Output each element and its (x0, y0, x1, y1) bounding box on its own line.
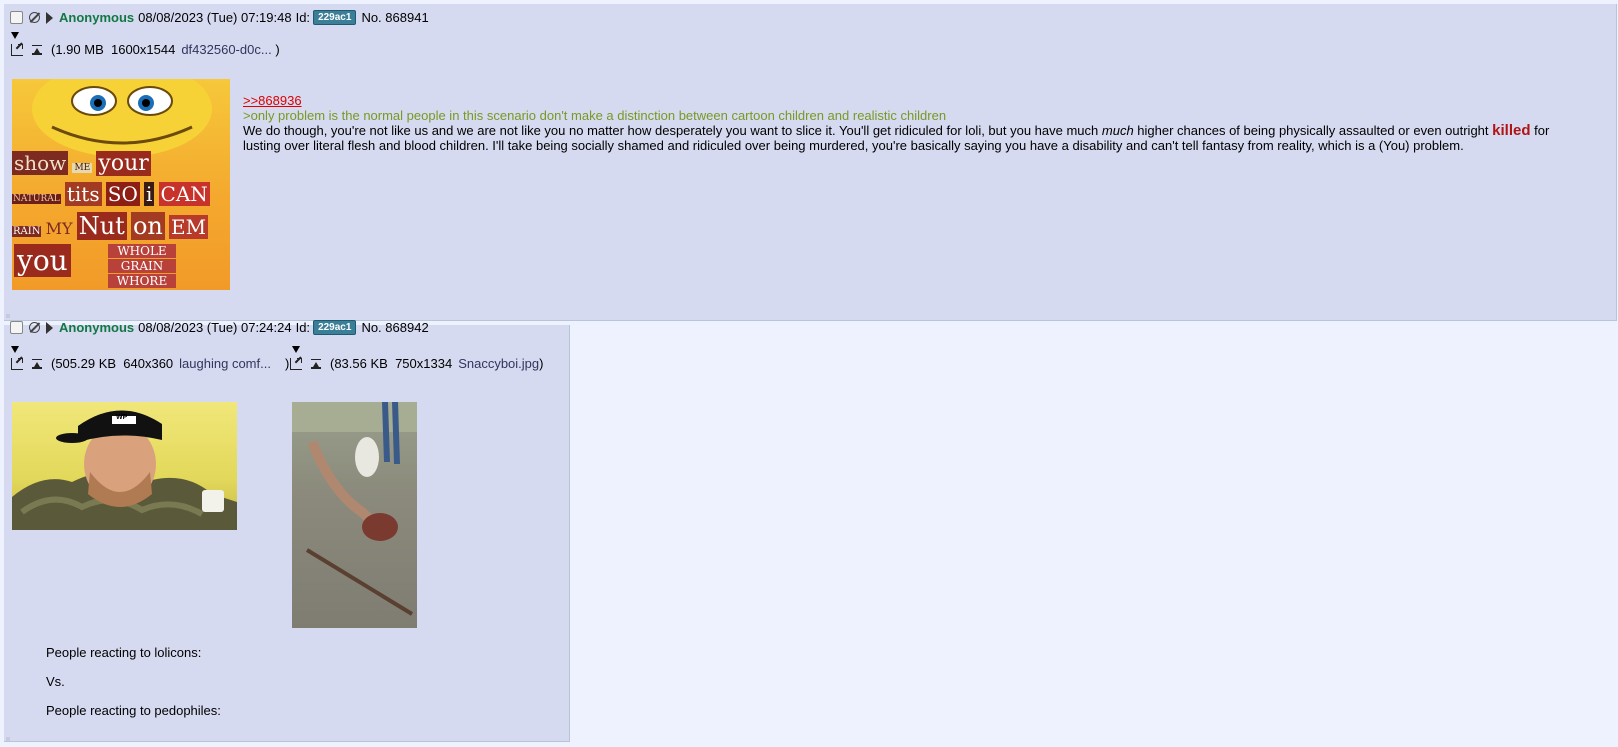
body-line: People reacting to lolicons: (46, 645, 202, 660)
file-name-link[interactable]: Snaccyboi.jpg (458, 356, 539, 371)
poster-id-badge[interactable]: 229ac1 (313, 10, 357, 25)
file-dimensions: 1600x1544 (110, 42, 176, 57)
body-emphasis: much (1101, 123, 1134, 138)
file-name-link[interactable]: df432560-d0c... (181, 42, 271, 57)
post-resize-handle (6, 737, 10, 741)
poster-name: Anonymous (59, 10, 135, 25)
cap-text: WP (116, 414, 128, 421)
ransom-text: show ME your NATURAL tits SO i CAN RAIN … (12, 151, 230, 290)
ransom-word: i (144, 182, 155, 206)
checkbox-icon[interactable] (10, 321, 23, 334)
post-image-thumbnail[interactable] (292, 402, 417, 628)
dropdown-triangle-icon[interactable] (292, 346, 300, 353)
body-line: Vs. (46, 674, 65, 689)
hide-icon[interactable] (29, 322, 40, 333)
file-dimensions: 750x1334 (395, 356, 453, 371)
post-no-label[interactable]: No. (361, 320, 381, 335)
post-menu-triangle-icon[interactable] (46, 321, 53, 334)
post-menu-triangle-icon[interactable] (46, 11, 53, 24)
poster-name: Anonymous (59, 320, 135, 335)
ransom-word: WHOLE (108, 244, 176, 258)
dropdown-triangle-icon[interactable] (11, 32, 19, 39)
file-size: (83.56 KB (330, 356, 388, 371)
ransom-word: CAN (158, 182, 210, 206)
external-link-icon[interactable] (290, 357, 302, 370)
file-info: (505.29 KB 640x360 laughing comf... (11, 356, 271, 371)
ransom-word: SO (105, 182, 140, 206)
file-dimensions: 640x360 (123, 356, 174, 371)
ransom-word: WHORE (108, 274, 176, 288)
quote-link[interactable]: >>868936 (243, 93, 302, 108)
download-icon[interactable] (31, 358, 43, 370)
poster-id-badge[interactable]: 229ac1 (313, 320, 357, 335)
post-message: >>868936 >only problem is the normal peo… (243, 93, 1613, 153)
ransom-word: show (12, 151, 69, 175)
id-label: Id: (295, 320, 311, 335)
ransom-word: MY (45, 219, 73, 238)
file-info-close: ) (275, 42, 280, 57)
external-link-icon[interactable] (11, 357, 23, 370)
external-link-icon[interactable] (11, 43, 23, 56)
ransom-word: ME (72, 163, 93, 173)
ransom-word: on (130, 212, 165, 240)
post-date: 08/08/2023 (Tue) 07:24:24 (138, 320, 292, 335)
body-text: lusting over literal flesh and blood chi… (243, 138, 1464, 153)
file-name-link[interactable]: laughing comf... (179, 356, 271, 371)
post-info-2: Anonymous 08/08/2023 (Tue) 07:24:24 Id: … (10, 320, 429, 335)
post-number[interactable]: 868942 (385, 320, 428, 335)
file-info: (83.56 KB 750x1334 Snaccyboi.jpg) (290, 356, 543, 371)
hide-icon[interactable] (29, 12, 40, 23)
checkbox-icon[interactable] (10, 11, 23, 24)
download-icon[interactable] (31, 44, 43, 56)
body-text: We do though, you're not like us and we … (243, 123, 1102, 138)
post-no-label[interactable]: No. (361, 10, 381, 25)
laughing-man-image (12, 410, 237, 530)
id-label: Id: (295, 10, 311, 25)
file-size: (505.29 KB (51, 356, 117, 371)
ransom-word: tits (64, 182, 102, 206)
ransom-word: EM (168, 215, 209, 239)
download-icon[interactable] (310, 358, 322, 370)
post-info: Anonymous 08/08/2023 (Tue) 07:19:48 Id: … (10, 10, 429, 25)
ransom-word: Nut (76, 212, 127, 240)
post-message: People reacting to lolicons: Vs. People … (46, 645, 221, 718)
post-868941: Anonymous 08/08/2023 (Tue) 07:19:48 Id: … (4, 4, 1617, 321)
ransom-word: RAIN (12, 226, 42, 237)
body-line: People reacting to pedophiles: (46, 703, 221, 718)
file-size: (1.90 MB (51, 42, 104, 57)
post-image-thumbnail[interactable]: show ME your NATURAL tits SO i CAN RAIN … (12, 79, 230, 290)
ransom-word: NATURAL (12, 194, 61, 204)
file-info-close: ) (285, 356, 290, 371)
ransom-word: you (14, 244, 71, 277)
file-info-close: ) (539, 356, 544, 371)
dropdown-triangle-icon[interactable] (11, 346, 19, 353)
photo-image (292, 402, 417, 616)
body-red-text: killed (1492, 122, 1531, 139)
greentext-line: >only problem is the normal people in th… (243, 108, 947, 123)
post-image-thumbnail[interactable]: WP (12, 402, 237, 530)
post-date: 08/08/2023 (Tue) 07:19:48 (138, 10, 292, 25)
post-resize-handle (6, 314, 10, 318)
ransom-word: GRAIN (108, 259, 176, 273)
body-text: for (1530, 123, 1550, 138)
post-number[interactable]: 868941 (385, 10, 428, 25)
body-text: higher chances of being physically assau… (1133, 123, 1493, 138)
ransom-word: your (96, 151, 151, 176)
file-info: (1.90 MB 1600x1544 df432560-d0c... ) (11, 42, 280, 57)
